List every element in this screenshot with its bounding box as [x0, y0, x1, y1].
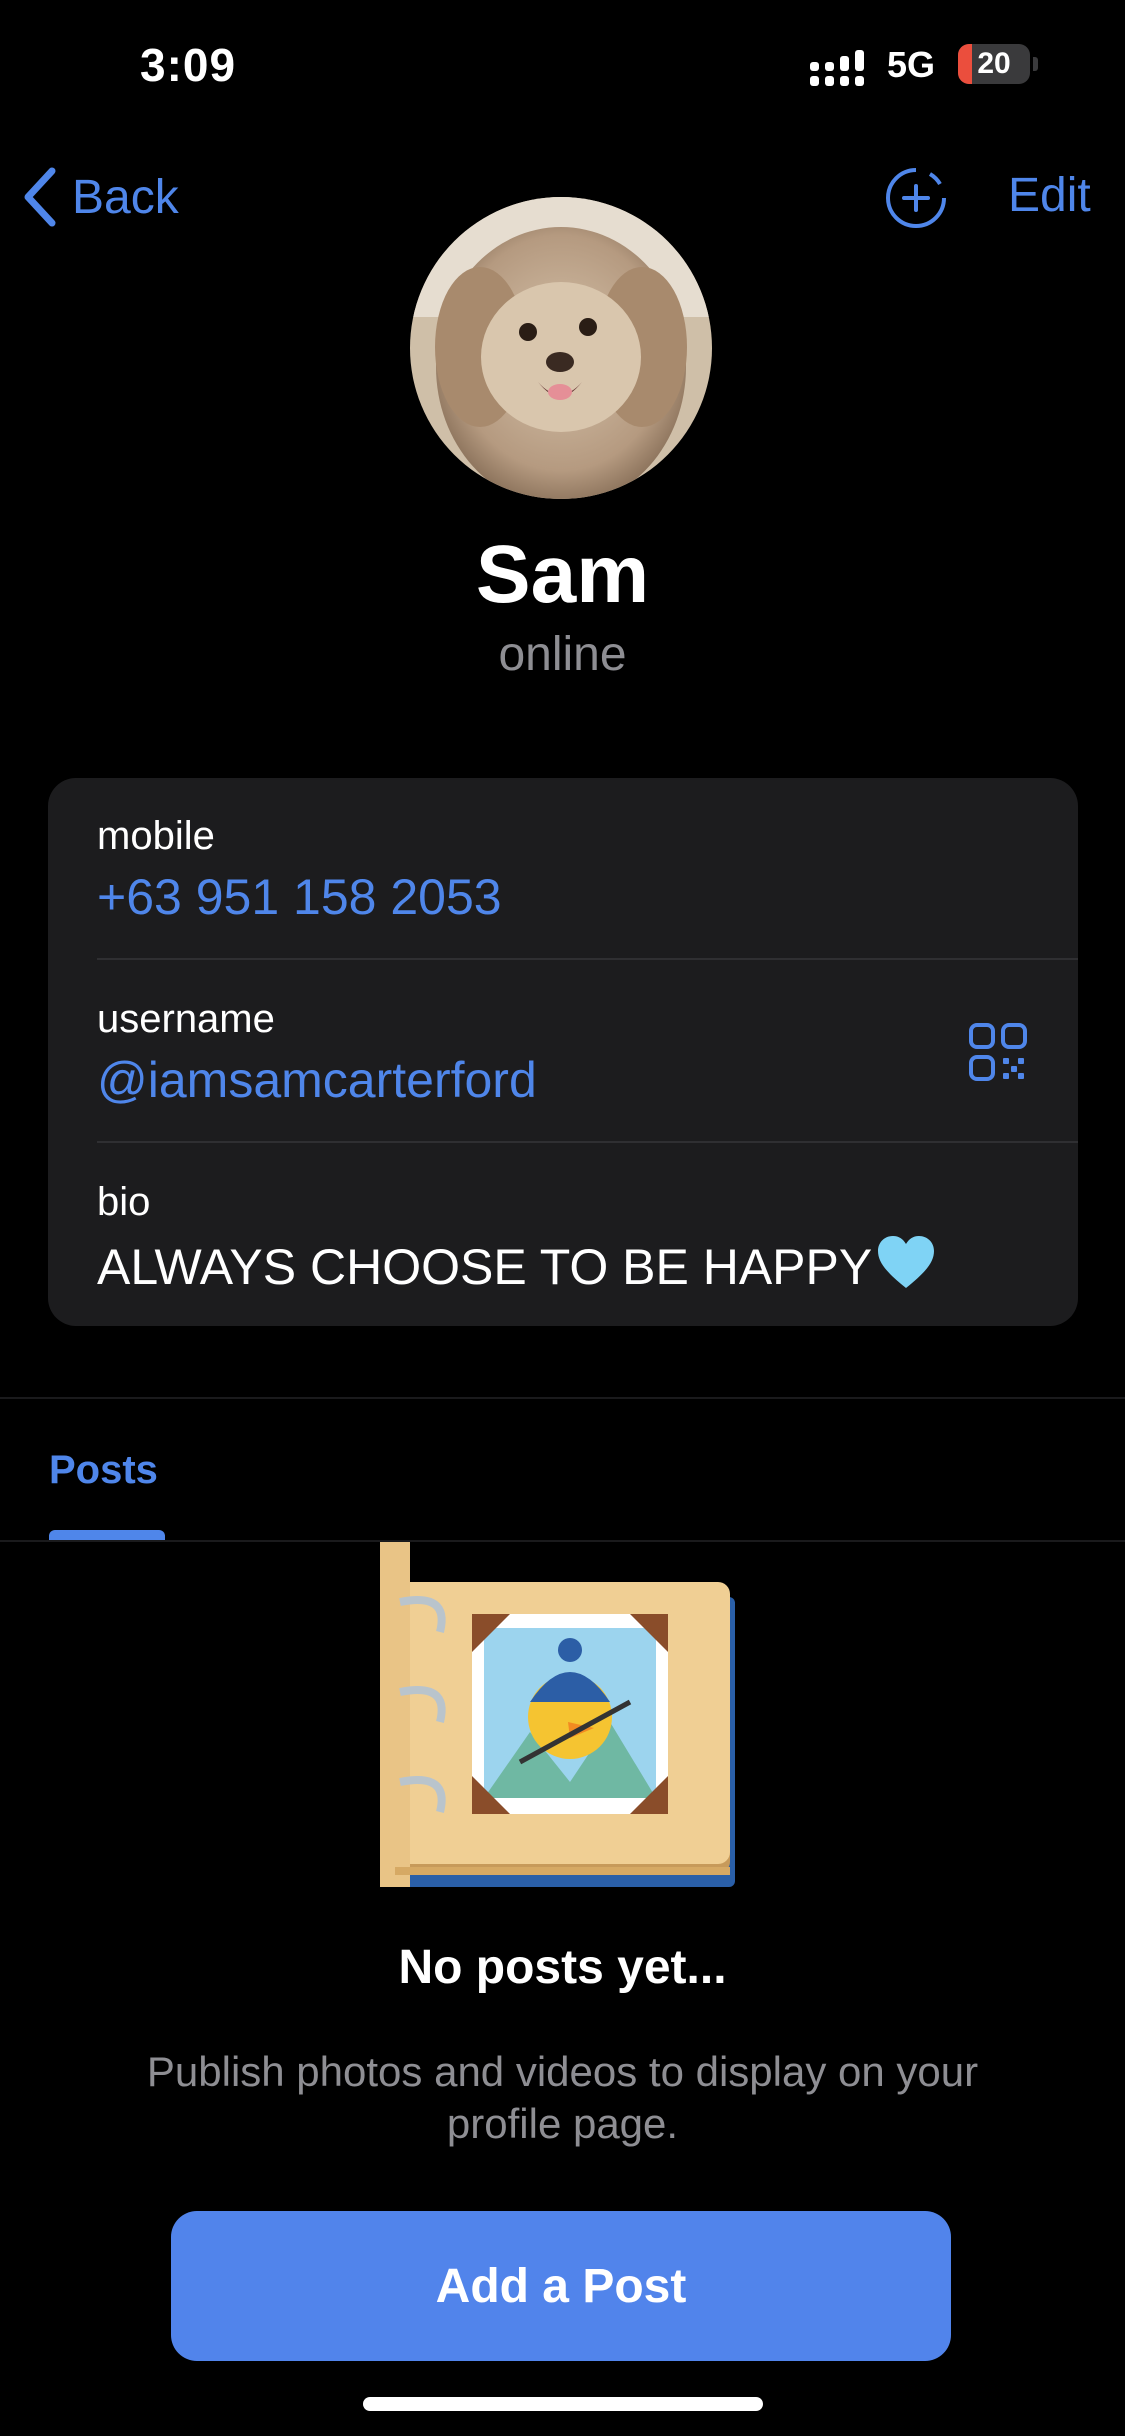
battery-percentage: 20 — [977, 47, 1011, 80]
network-type: 5G — [887, 44, 936, 85]
bio-label: bio — [97, 1180, 151, 1224]
light-blue-heart-icon — [878, 1236, 935, 1288]
chevron-left-icon — [24, 167, 56, 227]
mobile-row[interactable]: mobile +63 951 158 2053 — [48, 778, 1078, 961]
username-label: username — [97, 997, 275, 1041]
empty-state-title: No posts yet... — [398, 1941, 727, 1994]
username-value[interactable]: @iamsamcarterford — [97, 1051, 537, 1109]
mobile-number[interactable]: +63 951 158 2053 — [97, 868, 502, 926]
username-row[interactable]: username @iamsamcarterford — [48, 961, 1078, 1144]
empty-state-description: Publish photos and videos to display on … — [146, 2048, 979, 2147]
back-label: Back — [72, 170, 179, 224]
bio-row: bio ALWAYS CHOOSE TO BE HAPPY — [48, 1144, 1078, 1327]
qr-code-icon[interactable] — [968, 1022, 1028, 1082]
add-post-button[interactable]: Add a Post — [171, 2211, 951, 2361]
battery-icon: 20 — [958, 44, 1038, 86]
add-story-icon[interactable] — [884, 166, 948, 230]
bio-text: ALWAYS CHOOSE TO BE HAPPY — [97, 1234, 936, 1296]
bio-value: ALWAYS CHOOSE TO BE HAPPY — [97, 1239, 873, 1295]
home-indicator[interactable] — [363, 2397, 763, 2411]
divider — [97, 958, 1078, 960]
avatar[interactable] — [410, 197, 712, 499]
contact-info-card: mobile +63 951 158 2053 username @iamsam… — [48, 778, 1078, 1326]
profile-name: Sam — [475, 529, 650, 620]
status-time: 3:09 — [140, 39, 237, 91]
back-button[interactable]: Back — [22, 162, 179, 232]
cellular-signal-icon — [810, 50, 864, 86]
tab-selected-indicator — [49, 1530, 165, 1540]
divider — [97, 1141, 1078, 1143]
edit-button[interactable]: Edit — [1008, 168, 1091, 223]
tab-posts[interactable]: Posts — [49, 1448, 158, 1493]
mobile-label: mobile — [97, 814, 215, 858]
divider — [0, 1397, 1125, 1399]
photo-album-sticker-icon — [380, 1542, 735, 1887]
online-status: online — [498, 628, 627, 681]
